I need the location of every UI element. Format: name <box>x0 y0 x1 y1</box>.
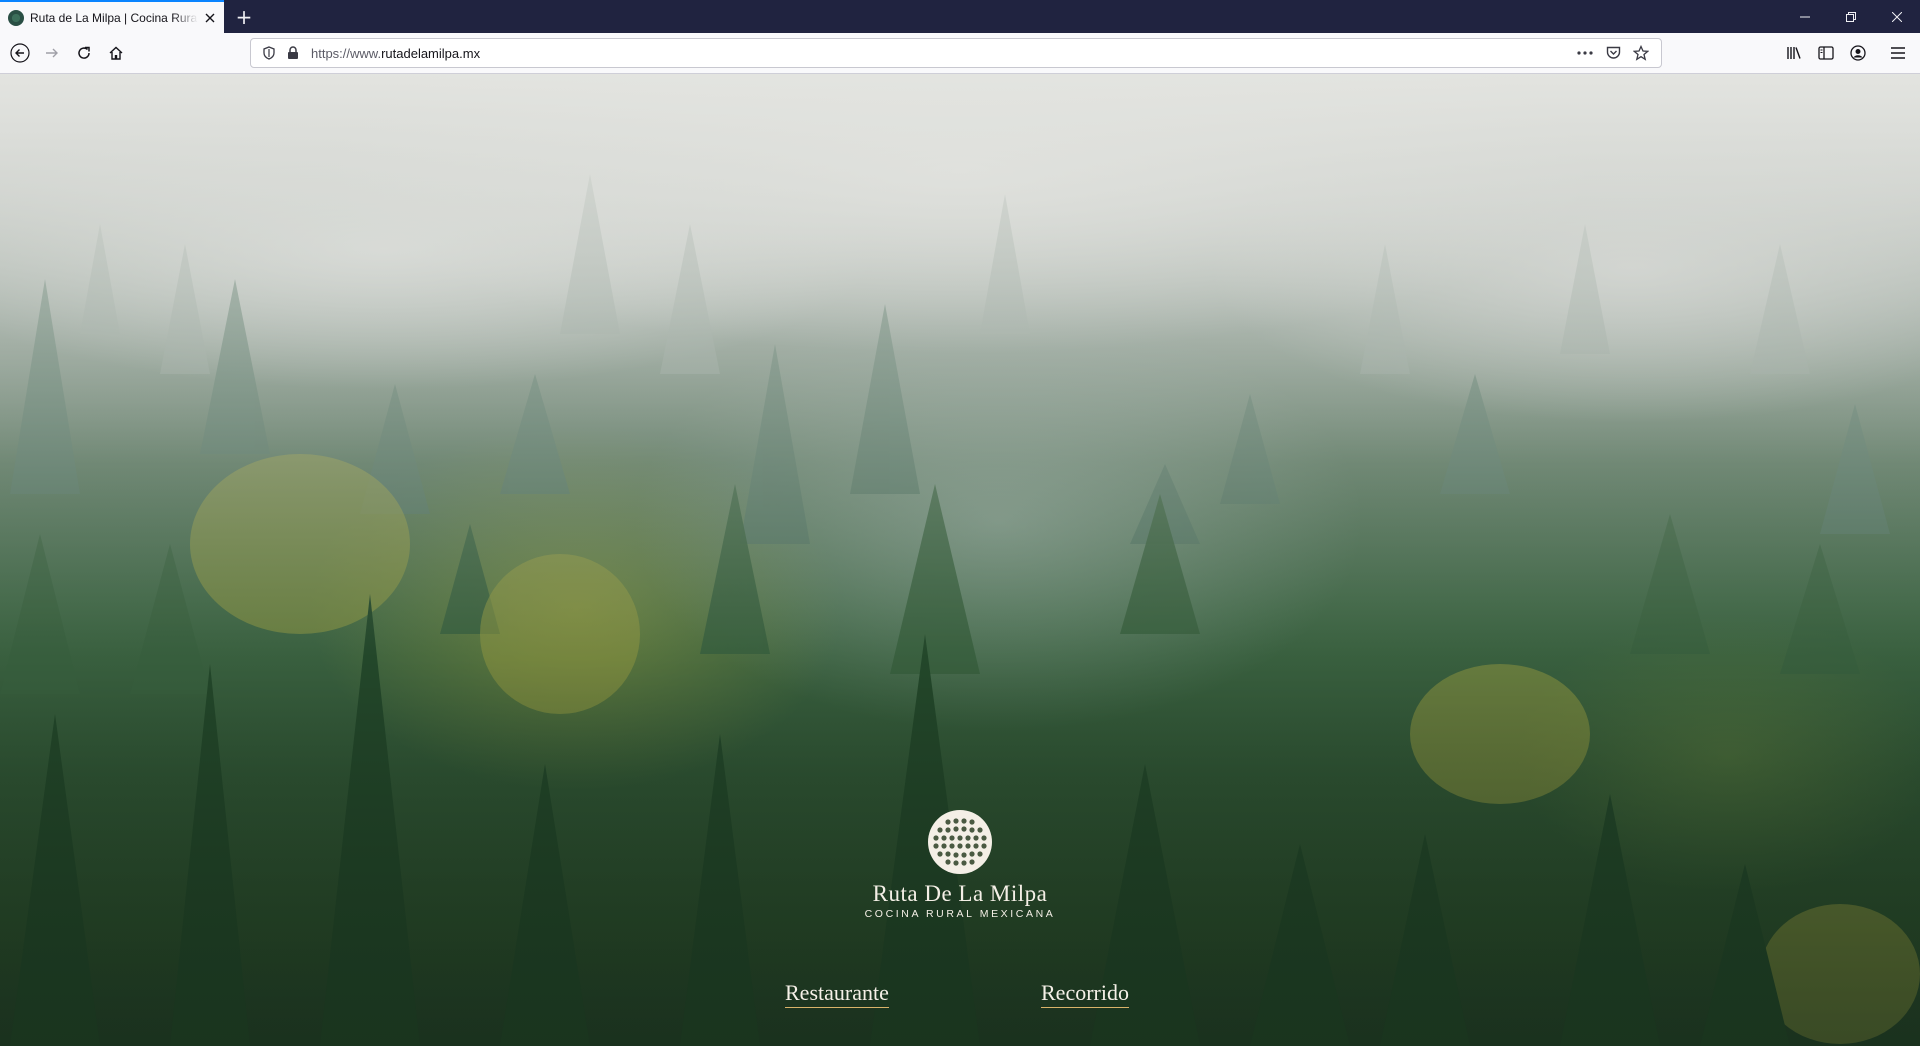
pocket-icon[interactable] <box>1599 42 1627 64</box>
url-bar[interactable]: https://www.rutadelamilpa.mx <box>250 38 1662 68</box>
more-dots-icon[interactable] <box>1571 42 1599 64</box>
home-icon[interactable] <box>100 37 132 69</box>
hamburger-menu-icon[interactable] <box>1882 37 1914 69</box>
tracking-shield-icon[interactable] <box>259 43 279 63</box>
lock-icon[interactable] <box>283 43 303 63</box>
corn-cob-logo-icon <box>928 810 992 874</box>
reload-icon[interactable] <box>68 37 100 69</box>
sidebar-icon[interactable] <box>1810 37 1842 69</box>
hero-section: Ruta De La Milpa COCINA RURAL MEXICANA R… <box>0 74 1920 1046</box>
account-icon[interactable] <box>1842 37 1874 69</box>
brand-name: Ruta De La Milpa <box>872 881 1048 906</box>
arrow-right-icon[interactable] <box>36 37 68 69</box>
restaurant-link[interactable]: Restaurante <box>785 980 889 1008</box>
window-controls <box>1782 0 1920 33</box>
minimize-icon[interactable] <box>1782 0 1828 33</box>
tab-active[interactable]: Ruta de La Milpa | Cocina Rural Mexicana <box>0 0 224 33</box>
close-icon[interactable] <box>1874 0 1920 33</box>
url-host: rutadelamilpa.mx <box>381 45 481 61</box>
tab-strip: Ruta de La Milpa | Cocina Rural Mexicana… <box>0 0 1920 33</box>
star-icon[interactable] <box>1627 42 1655 64</box>
arrow-left-icon[interactable] <box>4 37 36 69</box>
tab-close-icon[interactable] <box>202 10 218 26</box>
new-tab-button[interactable]: + <box>228 0 260 33</box>
navigation-toolbar: https://www.rutadelamilpa.mx <box>0 33 1920 74</box>
brand-logo[interactable]: Ruta De La Milpa COCINA RURAL MEXICANA <box>860 809 1060 920</box>
tree-favicon-icon <box>8 9 24 26</box>
restore-icon[interactable] <box>1828 0 1874 33</box>
library-icon[interactable] <box>1778 37 1810 69</box>
tab-title: Ruta de La Milpa | Cocina Rural Mexicana <box>30 10 198 25</box>
brand-tagline: COCINA RURAL MEXICANA <box>864 908 1056 920</box>
tour-link[interactable]: Recorrido <box>1041 980 1129 1008</box>
url-text[interactable]: https://www.rutadelamilpa.mx <box>311 46 480 61</box>
url-prefix: https://www. <box>311 45 382 61</box>
